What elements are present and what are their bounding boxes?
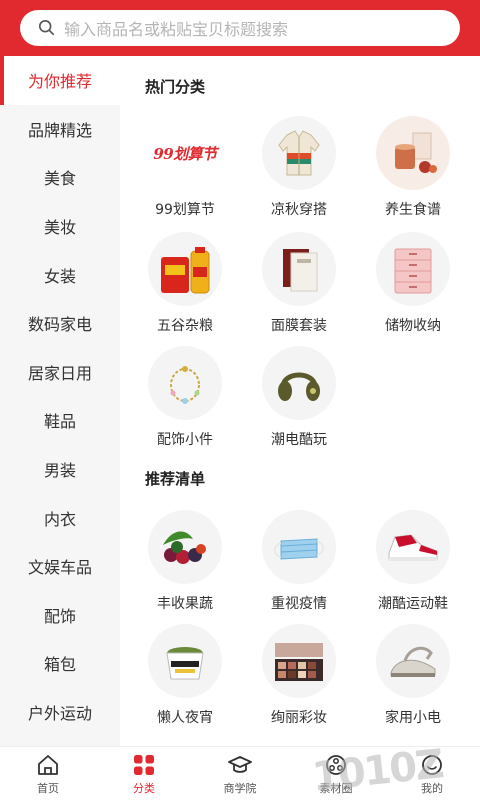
category-item-label: 潮电酷玩	[271, 432, 327, 448]
category-item-autumn-outfit[interactable]: 凉秋穿搭	[244, 116, 354, 220]
sidebar-item-women[interactable]: 女装	[0, 250, 120, 299]
category-item-label: 面膜套装	[271, 318, 327, 334]
category-item-storage[interactable]: 储物收纳	[358, 232, 468, 336]
surgical-mask-image	[262, 510, 336, 584]
jacket-image	[262, 116, 336, 190]
category-item-label: 五谷杂粮	[157, 318, 213, 334]
category-item-label: 凉秋穿搭	[271, 202, 327, 218]
fruits-image	[148, 510, 222, 584]
sale-logo: 99划算节	[153, 144, 217, 163]
recommend-item-label: 潮酷运动鞋	[378, 596, 448, 612]
sidebar-item-digital[interactable]: 数码家电	[0, 299, 120, 348]
category-item-label: 99划算节	[155, 202, 215, 218]
category-item-trendy-electronics[interactable]: 潮电酷玩	[244, 346, 354, 450]
sidebar-item-entertainment-car[interactable]: 文娱车品	[0, 542, 120, 591]
bracelet-image	[148, 346, 222, 420]
category-item-grains[interactable]: 五谷杂粮	[130, 232, 240, 336]
recommend-item-epidemic[interactable]: 重视疫情	[244, 510, 354, 614]
category-item-mask-sets[interactable]: 面膜套装	[244, 232, 354, 336]
recommend-item-fruits-vegetables[interactable]: 丰收果蔬	[130, 510, 240, 614]
recommend-item-small-appliances[interactable]: 家用小电	[358, 624, 468, 728]
home-icon	[38, 754, 58, 775]
category-icon	[134, 754, 154, 775]
section-title-recommend: 推荐清单	[145, 470, 206, 488]
category-item-label: 配饰小件	[157, 432, 213, 448]
category-item-99-sale[interactable]: 99划算节 99划算节	[130, 116, 240, 220]
snack-bowl-image	[148, 624, 222, 698]
face-mask-box-image	[262, 232, 336, 306]
recommend-item-sneakers[interactable]: 潮酷运动鞋	[358, 510, 468, 614]
header: 输入商品名或粘贴宝贝标题搜索	[0, 0, 480, 56]
sidebar-item-outdoor[interactable]: 户外运动	[0, 688, 120, 737]
sidebar-item-accessories[interactable]: 配饰	[0, 591, 120, 640]
tab-business-school[interactable]: 商学院	[192, 747, 288, 800]
sidebar-item-recommend[interactable]: 为你推荐	[0, 56, 120, 105]
category-item-accessories[interactable]: 配饰小件	[130, 346, 240, 450]
recommend-item-makeup[interactable]: 绚丽彩妆	[244, 624, 354, 728]
sidebar-item-brands[interactable]: 品牌精选	[0, 105, 120, 154]
grain-oil-image	[148, 232, 222, 306]
recommend-item-label: 丰收果蔬	[157, 596, 213, 612]
iron-image	[376, 624, 450, 698]
search-icon	[38, 19, 55, 36]
category-item-label: 养生食谱	[385, 202, 441, 218]
sidebar-item-underwear[interactable]: 内衣	[0, 493, 120, 542]
search-bar[interactable]: 输入商品名或粘贴宝贝标题搜索	[20, 10, 460, 46]
graduation-cap-icon	[228, 755, 252, 773]
recommend-item-label: 懒人夜宵	[157, 710, 213, 726]
sidebar-item-men[interactable]: 男装	[0, 445, 120, 494]
sidebar-item-food[interactable]: 美食	[0, 153, 120, 202]
recommend-item-label: 重视疫情	[271, 596, 327, 612]
recommend-item-label: 家用小电	[385, 710, 441, 726]
recommend-item-label: 绚丽彩妆	[271, 710, 327, 726]
sidebar-item-beauty[interactable]: 美妆	[0, 202, 120, 251]
tea-image	[376, 116, 450, 190]
headphones-image	[262, 346, 336, 420]
category-item-health-recipes[interactable]: 养生食谱	[358, 116, 468, 220]
tab-home[interactable]: 首页	[0, 747, 96, 800]
sidebar-item-shoes[interactable]: 鞋品	[0, 396, 120, 445]
sidebar-item-home[interactable]: 居家日用	[0, 348, 120, 397]
sneaker-image	[376, 510, 450, 584]
eyeshadow-palette-image	[262, 624, 336, 698]
sidebar-item-bags[interactable]: 箱包	[0, 639, 120, 688]
category-content: 热门分类 99划算节 99划算节 凉秋穿搭 养生食谱 五谷杂粮 面膜套装 储物收…	[120, 56, 480, 746]
recommend-item-late-night-snacks[interactable]: 懒人夜宵	[130, 624, 240, 728]
sale-logo-thumb: 99划算节	[148, 116, 222, 190]
category-sidebar: 为你推荐 品牌精选 美食 美妆 女装 数码家电 居家日用 鞋品 男装 内衣 文娱…	[0, 56, 120, 746]
tab-category[interactable]: 分类	[96, 747, 192, 800]
search-placeholder: 输入商品名或粘贴宝贝标题搜索	[64, 20, 289, 39]
section-title-hot: 热门分类	[145, 78, 206, 96]
category-item-label: 储物收纳	[385, 318, 441, 334]
storage-drawer-image	[376, 232, 450, 306]
